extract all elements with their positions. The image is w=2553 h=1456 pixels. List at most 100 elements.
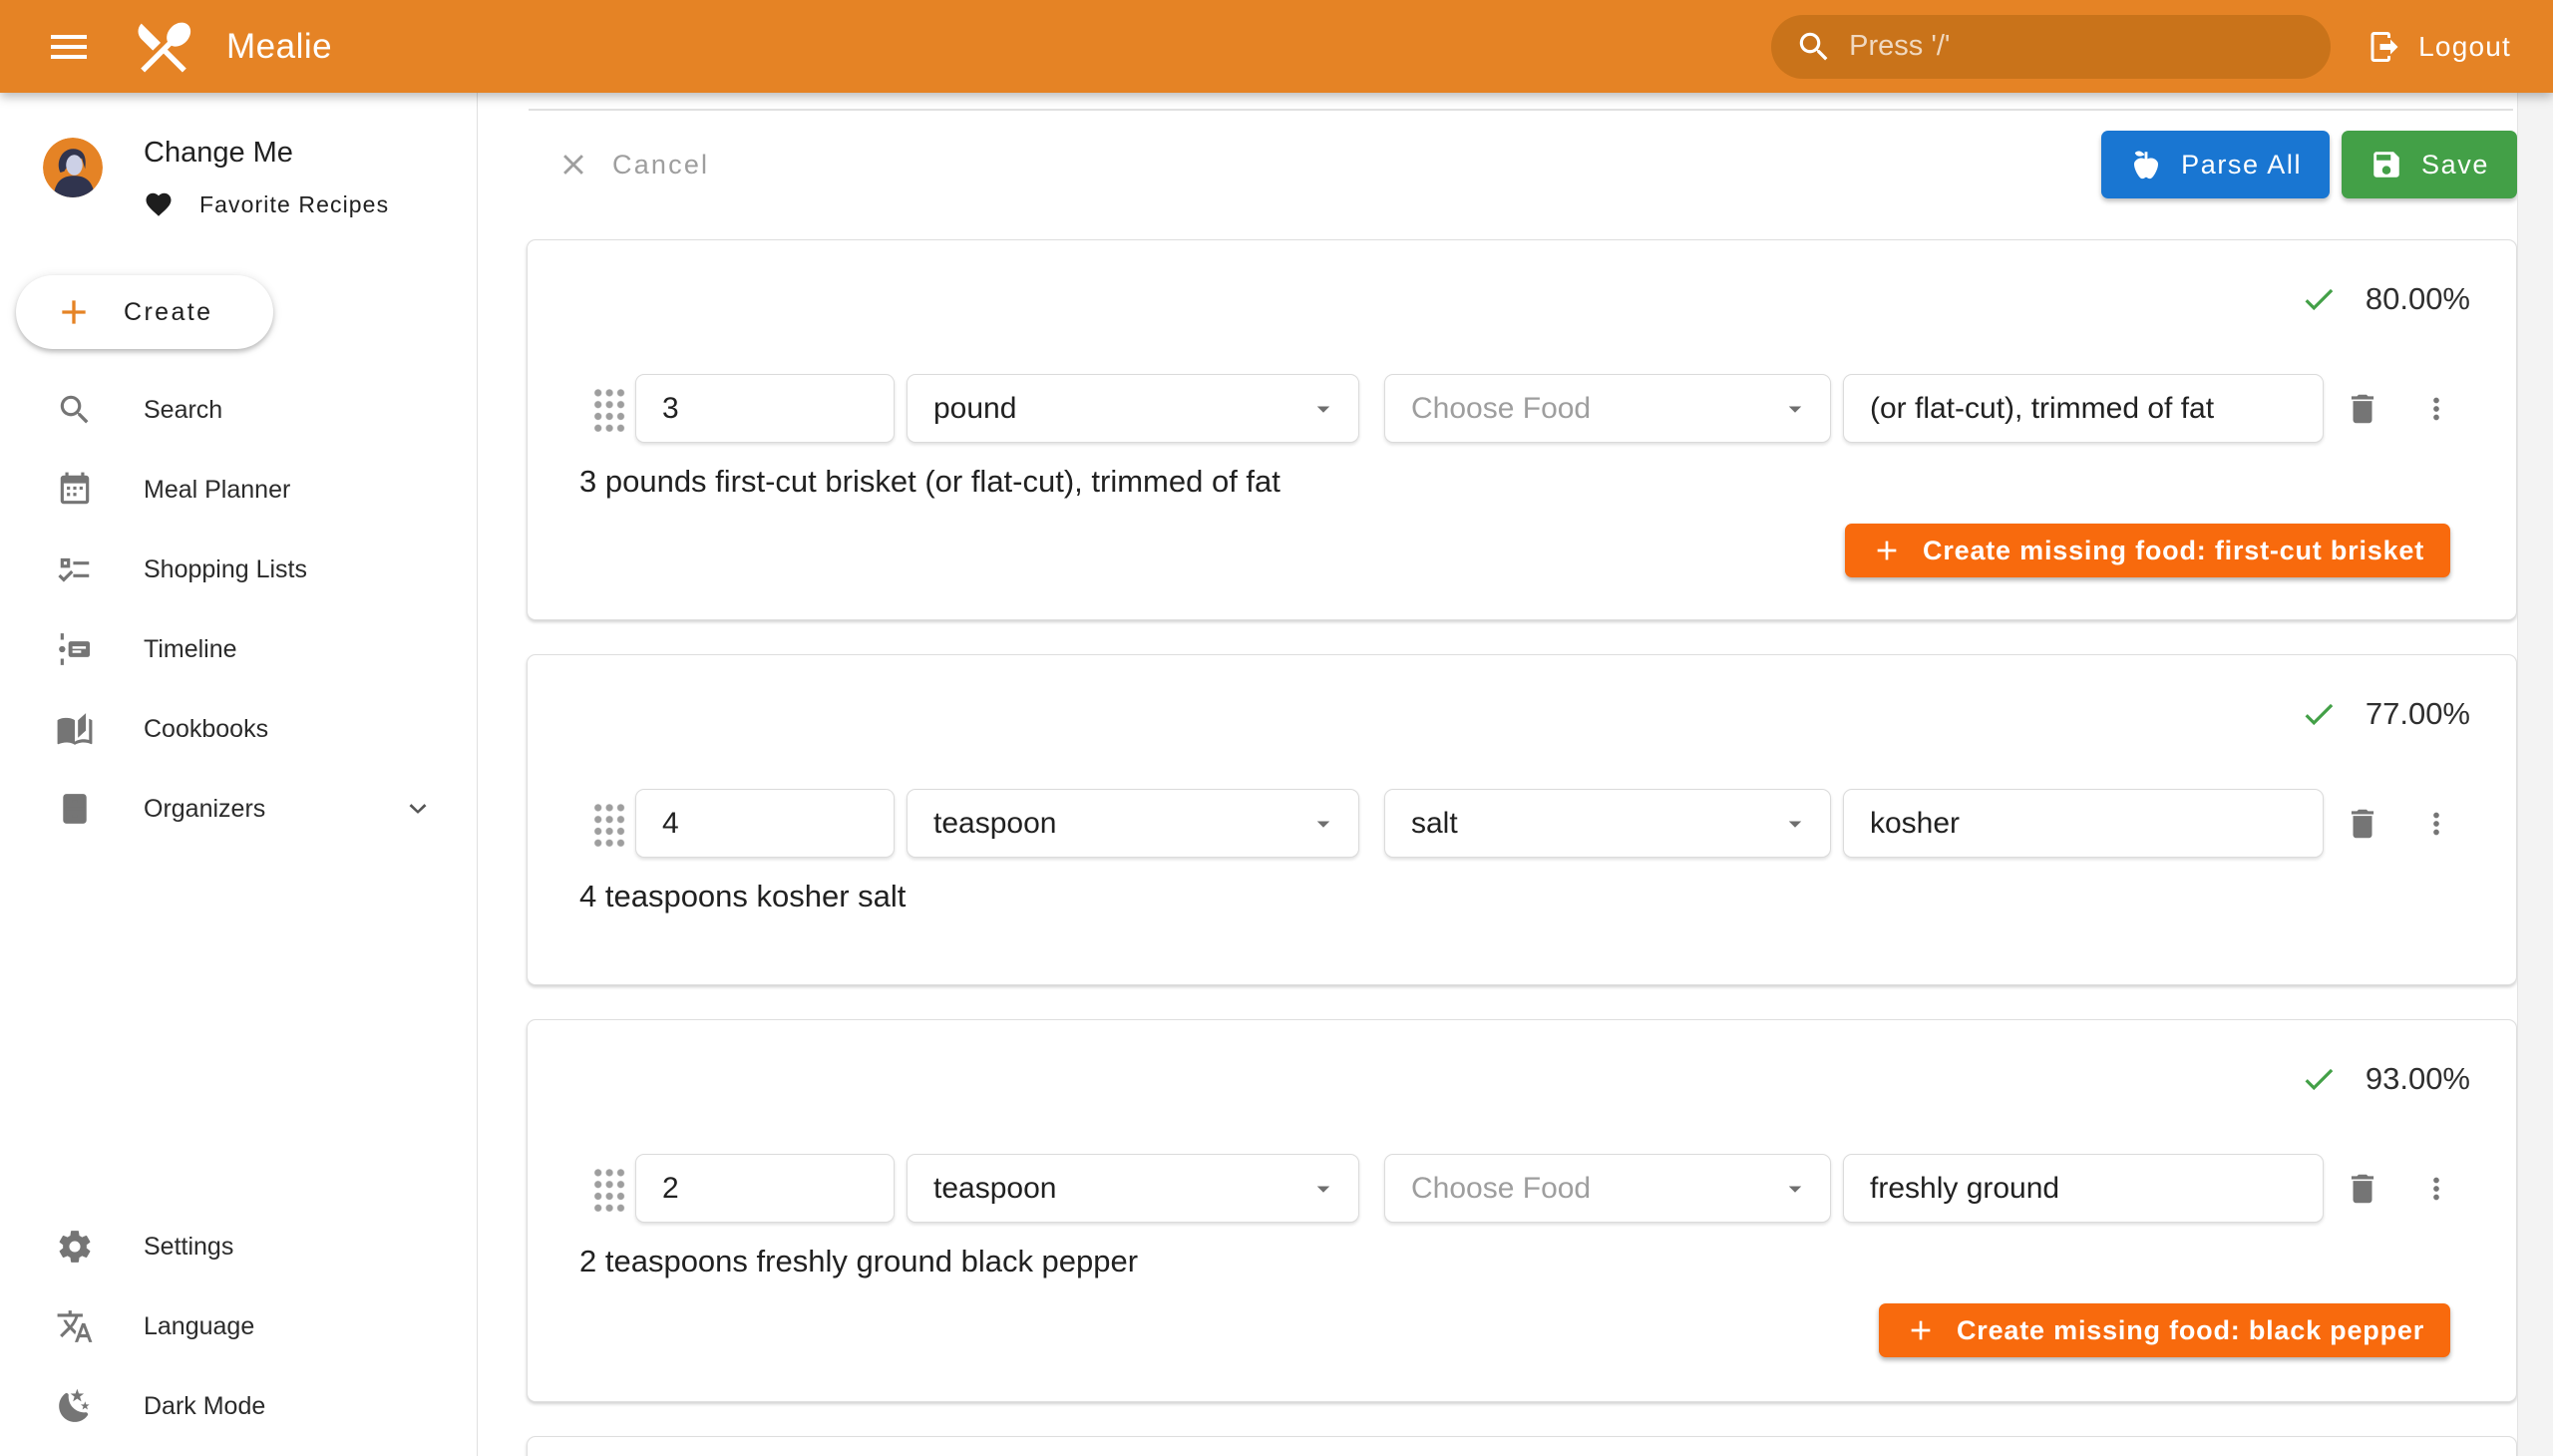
unit-select[interactable]: teaspoon bbox=[907, 789, 1359, 858]
parse-all-button[interactable]: Parse All bbox=[2101, 131, 2330, 198]
sidebar-item-label: Shopping Lists bbox=[144, 555, 435, 584]
note-input[interactable] bbox=[1843, 374, 2324, 443]
ingredient-card: 93.00% teaspoon Choose Food bbox=[527, 1019, 2517, 1402]
search-icon bbox=[1795, 28, 1833, 66]
food-placeholder: Choose Food bbox=[1411, 392, 1780, 426]
create-missing-food-button[interactable]: Create missing food: first-cut brisket bbox=[1845, 524, 2450, 577]
food-select[interactable]: Choose Food bbox=[1384, 374, 1831, 443]
search-input[interactable] bbox=[1849, 30, 2307, 63]
sidebar-item-label: Settings bbox=[144, 1233, 435, 1262]
original-ingredient-text: 2 teaspoons freshly ground black pepper bbox=[528, 1244, 2516, 1279]
confidence-percent: 77.00% bbox=[2366, 696, 2470, 732]
more-menu-button[interactable] bbox=[2412, 379, 2460, 439]
sidebar-item-settings[interactable]: Settings bbox=[0, 1207, 477, 1286]
unit-select[interactable]: pound bbox=[907, 374, 1359, 443]
delete-button[interactable] bbox=[2339, 794, 2386, 854]
food-value: salt bbox=[1411, 807, 1780, 841]
global-search[interactable] bbox=[1771, 15, 2331, 79]
kebab-icon bbox=[2419, 392, 2453, 426]
delete-button[interactable] bbox=[2339, 379, 2386, 439]
sidebar-item-language[interactable]: Language bbox=[0, 1286, 477, 1366]
plus-icon bbox=[1871, 535, 1903, 566]
scrollbar-gutter[interactable] bbox=[2517, 93, 2553, 1456]
save-button[interactable]: Save bbox=[2342, 131, 2517, 198]
drag-handle-icon[interactable] bbox=[591, 1165, 625, 1212]
sidebar-item-shopping-lists[interactable]: Shopping Lists bbox=[0, 530, 477, 609]
note-input[interactable] bbox=[1843, 789, 2324, 858]
ingredient-card: 80.00% pound Choose Food bbox=[527, 239, 2517, 620]
unit-select[interactable]: teaspoon bbox=[907, 1154, 1359, 1223]
favorite-recipes-link[interactable]: Favorite Recipes bbox=[144, 189, 389, 219]
ingredient-fields-row: teaspoon salt bbox=[528, 789, 2516, 858]
logout-button[interactable]: Logout bbox=[2361, 15, 2517, 79]
confidence-row: 80.00% bbox=[528, 240, 2516, 318]
user-block[interactable]: Change Me Favorite Recipes bbox=[0, 93, 477, 219]
gear-icon bbox=[56, 1228, 94, 1266]
plus-icon bbox=[1905, 1314, 1937, 1346]
sidebar-item-organizers[interactable]: Organizers bbox=[0, 769, 477, 849]
create-button[interactable]: Create bbox=[16, 275, 273, 349]
sidebar-nav: Search Meal Planner Shopping Lists Timel… bbox=[0, 370, 477, 849]
confidence-row: 93.00% bbox=[528, 1020, 2516, 1098]
app-title: Mealie bbox=[226, 27, 332, 67]
apple-icon bbox=[2129, 148, 2163, 182]
menu-down-icon bbox=[1308, 394, 1338, 424]
timeline-icon bbox=[56, 630, 94, 668]
unit-value: teaspoon bbox=[933, 1172, 1308, 1206]
sidebar-footer: Settings Language Dark Mode bbox=[0, 1207, 477, 1446]
moon-stars-icon bbox=[56, 1387, 94, 1425]
list-checks-icon bbox=[56, 550, 94, 588]
cancel-button[interactable]: Cancel bbox=[543, 134, 723, 195]
user-meta: Change Me Favorite Recipes bbox=[144, 138, 389, 219]
ingredient-fields-row: pound Choose Food bbox=[528, 374, 2516, 443]
unit-value: pound bbox=[933, 392, 1308, 426]
calendar-icon bbox=[56, 471, 94, 509]
heart-icon bbox=[144, 189, 174, 219]
parser-toolbar: Cancel Parse All Save bbox=[479, 131, 2517, 198]
more-menu-button[interactable] bbox=[2412, 794, 2460, 854]
sidebar-item-label: Meal Planner bbox=[144, 476, 435, 505]
delete-button[interactable] bbox=[2339, 1159, 2386, 1219]
drag-handle-icon[interactable] bbox=[591, 800, 625, 847]
ingredient-card-partial bbox=[527, 1436, 2517, 1456]
create-missing-food-label: Create missing food: black pepper bbox=[1957, 1315, 2424, 1346]
food-select[interactable]: salt bbox=[1384, 789, 1831, 858]
ingredient-fields-row: teaspoon Choose Food bbox=[528, 1154, 2516, 1223]
kebab-icon bbox=[2419, 1172, 2453, 1206]
sidebar-item-label: Search bbox=[144, 396, 435, 425]
original-ingredient-text: 3 pounds first-cut brisket (or flat-cut)… bbox=[528, 464, 2516, 500]
sidebar-item-label: Cookbooks bbox=[144, 715, 435, 744]
menu-icon[interactable] bbox=[33, 11, 105, 83]
quantity-input[interactable] bbox=[635, 789, 895, 858]
quantity-input[interactable] bbox=[635, 374, 895, 443]
chevron-down-icon[interactable] bbox=[401, 792, 435, 826]
sidebar-item-timeline[interactable]: Timeline bbox=[0, 609, 477, 689]
missing-food-row: Create missing food: first-cut brisket bbox=[528, 524, 2516, 577]
cabinet-icon bbox=[56, 790, 94, 828]
sidebar-item-label: Language bbox=[144, 1312, 435, 1341]
save-icon bbox=[2370, 148, 2403, 182]
more-menu-button[interactable] bbox=[2412, 1159, 2460, 1219]
unit-value: teaspoon bbox=[933, 807, 1308, 841]
note-input[interactable] bbox=[1843, 1154, 2324, 1223]
main-content: Cancel Parse All Save 80.00% pound bbox=[479, 93, 2553, 1456]
app-navbar: Mealie Logout bbox=[0, 0, 2553, 93]
confidence-row: 77.00% bbox=[528, 655, 2516, 733]
confidence-percent: 93.00% bbox=[2366, 1061, 2470, 1097]
sidebar-item-cookbooks[interactable]: Cookbooks bbox=[0, 689, 477, 769]
avatar[interactable] bbox=[43, 138, 103, 197]
create-label: Create bbox=[124, 298, 212, 327]
create-missing-food-button[interactable]: Create missing food: black pepper bbox=[1879, 1303, 2450, 1357]
sidebar-item-label: Timeline bbox=[144, 635, 435, 664]
sidebar-item-label: Organizers bbox=[144, 795, 401, 824]
sidebar: Change Me Favorite Recipes Create Search… bbox=[0, 93, 478, 1456]
food-select[interactable]: Choose Food bbox=[1384, 1154, 1831, 1223]
quantity-input[interactable] bbox=[635, 1154, 895, 1223]
menu-down-icon bbox=[1780, 394, 1810, 424]
sidebar-item-meal-planner[interactable]: Meal Planner bbox=[0, 450, 477, 530]
save-label: Save bbox=[2421, 150, 2489, 181]
drag-handle-icon[interactable] bbox=[591, 385, 625, 432]
sidebar-item-search[interactable]: Search bbox=[0, 370, 477, 450]
create-missing-food-label: Create missing food: first-cut brisket bbox=[1923, 536, 2424, 566]
sidebar-item-dark-mode[interactable]: Dark Mode bbox=[0, 1366, 477, 1446]
